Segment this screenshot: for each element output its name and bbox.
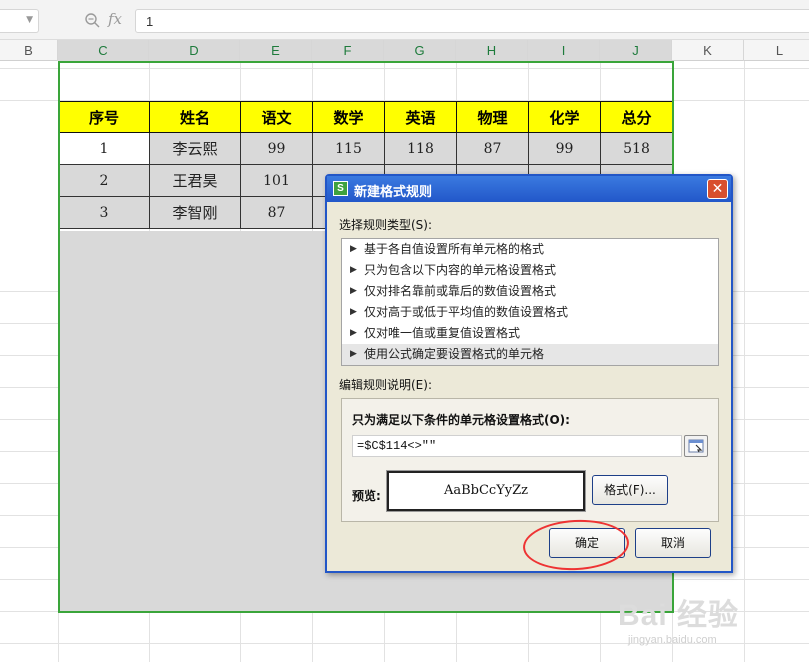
column-header-j[interactable]: J bbox=[600, 40, 672, 61]
watermark-url: jingyan.baidu.com bbox=[628, 634, 717, 646]
formula-field[interactable]: =$C$114<>"" bbox=[352, 435, 682, 457]
rule-type-item[interactable]: ▶ 基于各自值设置所有单元格的格式 bbox=[342, 239, 718, 260]
rule-type-item[interactable]: ▶ 仅对高于或低于平均值的数值设置格式 bbox=[342, 302, 718, 323]
column-header-d[interactable]: D bbox=[149, 40, 240, 61]
format-button[interactable]: 格式(F)... bbox=[592, 475, 668, 505]
range-select-button[interactable] bbox=[684, 435, 708, 457]
column-header-b[interactable]: B bbox=[0, 40, 58, 61]
cancel-button[interactable]: 取消 bbox=[635, 528, 711, 558]
rule-type-item-selected[interactable]: ▶ 使用公式确定要设置格式的单元格 bbox=[342, 344, 718, 365]
chevron-down-icon[interactable]: ▼ bbox=[26, 15, 33, 25]
triangle-right-icon: ▶ bbox=[350, 286, 357, 296]
rule-type-list[interactable]: ▶ 基于各自值设置所有单元格的格式 ▶ 只为包含以下内容的单元格设置格式 ▶ 仅对排名… bbox=[341, 238, 719, 366]
rule-type-item[interactable]: ▶ 只为包含以下内容的单元格设置格式 bbox=[342, 260, 718, 281]
dialog-title-bar[interactable]: S 新建格式规则 ✕ bbox=[327, 176, 731, 202]
function-icon[interactable]: fx bbox=[108, 10, 122, 28]
rule-type-text: 仅对高于或低于平均值的数值设置格式 bbox=[364, 305, 569, 319]
triangle-right-icon: ▶ bbox=[350, 307, 357, 317]
column-header-bar: B C D E F G H I J K L bbox=[0, 40, 809, 61]
rule-type-text: 使用公式确定要设置格式的单元格 bbox=[364, 347, 545, 361]
rule-type-text: 仅对唯一值或重复值设置格式 bbox=[364, 326, 521, 340]
highlight-circle bbox=[521, 517, 631, 573]
rule-type-item[interactable]: ▶ 仅对排名靠前或靠后的数值设置格式 bbox=[342, 281, 718, 302]
close-icon[interactable]: ✕ bbox=[707, 179, 728, 199]
rule-type-text: 仅对排名靠前或靠后的数值设置格式 bbox=[364, 284, 557, 298]
new-format-rule-dialog: S 新建格式规则 ✕ 选择规则类型(S): ▶ 基于各自值设置所有单元格的格式 ▶… bbox=[325, 174, 733, 573]
preview-label: 预览: bbox=[352, 489, 381, 503]
column-header-k[interactable]: K bbox=[672, 40, 744, 61]
rule-type-text: 基于各自值设置所有单元格的格式 bbox=[364, 242, 545, 256]
rule-type-text: 只为包含以下内容的单元格设置格式 bbox=[364, 263, 557, 277]
formula-input[interactable]: 1 bbox=[135, 9, 809, 33]
triangle-right-icon: ▶ bbox=[350, 265, 357, 275]
watermark: Bai 经验 jingyan.baidu.com bbox=[618, 590, 798, 650]
triangle-right-icon: ▶ bbox=[350, 349, 357, 359]
edit-rule-label: 编辑规则说明(E): bbox=[339, 378, 432, 392]
triangle-right-icon: ▶ bbox=[350, 328, 357, 338]
column-header-i[interactable]: I bbox=[528, 40, 600, 61]
preview-box: AaBbCcYyZz bbox=[387, 471, 585, 511]
column-header-c[interactable]: C bbox=[58, 40, 149, 61]
watermark-text: Bai 经验 bbox=[618, 599, 740, 632]
formula-bar: ▼ fx 1 bbox=[0, 0, 809, 40]
app-icon: S bbox=[333, 181, 348, 196]
range-select-icon bbox=[688, 439, 704, 453]
rule-type-item[interactable]: ▶ 仅对唯一值或重复值设置格式 bbox=[342, 323, 718, 344]
column-header-e[interactable]: E bbox=[240, 40, 312, 61]
column-header-g[interactable]: G bbox=[384, 40, 456, 61]
column-header-l[interactable]: L bbox=[744, 40, 809, 61]
dialog-title: 新建格式规则 bbox=[354, 185, 433, 200]
zoom-icon[interactable] bbox=[84, 12, 100, 28]
condition-label: 只为满足以下条件的单元格设置格式(O): bbox=[352, 413, 570, 427]
triangle-right-icon: ▶ bbox=[350, 244, 357, 254]
column-header-f[interactable]: F bbox=[312, 40, 384, 61]
edit-rule-panel: 只为满足以下条件的单元格设置格式(O): =$C$114<>"" 预览: AaB… bbox=[341, 398, 719, 522]
column-header-h[interactable]: H bbox=[456, 40, 528, 61]
spreadsheet-window: ▼ fx 1 B C D E F G H I J K L 序号 姓名 语文 数学… bbox=[0, 0, 809, 662]
rule-type-label: 选择规则类型(S): bbox=[339, 218, 433, 232]
name-box[interactable]: ▼ bbox=[0, 9, 39, 33]
